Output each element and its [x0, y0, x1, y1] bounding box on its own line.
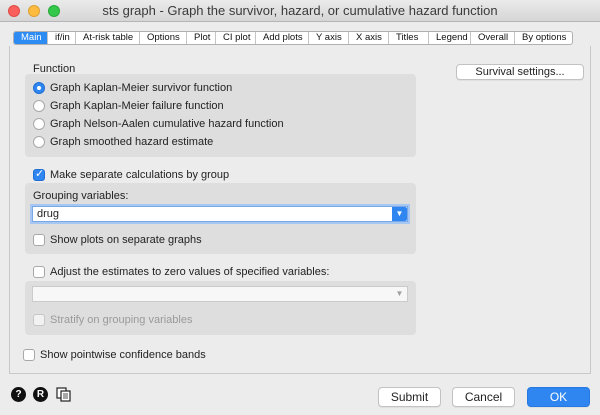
tab-bar: Main if/in At-risk table Options Plot CI… — [13, 31, 573, 45]
separate-graphs-label: Show plots on separate graphs — [50, 234, 202, 246]
tab-if-in[interactable]: if/in — [48, 32, 76, 44]
grouping-variables-combo[interactable]: drug ▼ — [32, 206, 408, 222]
copy-icon[interactable] — [56, 387, 71, 402]
tab-y-axis[interactable]: Y axis — [309, 32, 349, 44]
tab-legend[interactable]: Legend — [429, 32, 471, 44]
tab-at-risk-table[interactable]: At-risk table — [76, 32, 140, 44]
grouping-variables-value: drug — [37, 208, 60, 220]
adjust-estimates-label: Adjust the estimates to zero values of s… — [50, 266, 330, 278]
cancel-button[interactable]: Cancel — [452, 387, 515, 407]
ok-button[interactable]: OK — [527, 387, 590, 407]
tab-plot[interactable]: Plot — [187, 32, 216, 44]
tab-by-options[interactable]: By options — [515, 32, 572, 44]
chevron-down-icon: ▼ — [395, 289, 404, 298]
tab-titles[interactable]: Titles — [389, 32, 429, 44]
stratify-label: Stratify on grouping variables — [50, 314, 193, 326]
adjust-estimates-checkbox[interactable] — [33, 266, 45, 278]
radio-smoothed-hazard[interactable]: Graph smoothed hazard estimate — [33, 136, 213, 148]
stratify-checkbox — [33, 314, 45, 326]
radio-button-selected[interactable] — [33, 82, 45, 94]
chevron-down-icon[interactable]: ▼ — [392, 207, 407, 221]
tab-add-plots[interactable]: Add plots — [256, 32, 309, 44]
radio-label: Graph Nelson-Aalen cumulative hazard fun… — [50, 118, 284, 130]
title-bar: sts graph - Graph the survivor, hazard, … — [0, 0, 600, 22]
radio-km-survivor[interactable]: Graph Kaplan-Meier survivor function — [33, 82, 232, 94]
separate-calculations-checkbox[interactable] — [33, 167, 45, 181]
adjust-estimates-option[interactable]: Adjust the estimates to zero values of s… — [33, 266, 329, 278]
confidence-bands-option[interactable]: Show pointwise confidence bands — [23, 349, 206, 361]
grouping-variables-label: Grouping variables: — [33, 190, 129, 202]
separate-calculations-label: Make separate calculations by group — [50, 169, 230, 181]
confidence-bands-checkbox[interactable] — [23, 349, 35, 361]
separate-calculations-option[interactable]: Make separate calculations by group — [33, 167, 230, 181]
radio-km-failure[interactable]: Graph Kaplan-Meier failure function — [33, 100, 224, 112]
radio-label: Graph smoothed hazard estimate — [50, 136, 214, 148]
stratify-option: Stratify on grouping variables — [33, 314, 192, 326]
tab-x-axis[interactable]: X axis — [349, 32, 389, 44]
tab-ci-plot[interactable]: CI plot — [216, 32, 256, 44]
r-icon[interactable]: R — [33, 387, 48, 402]
tab-main[interactable]: Main — [14, 32, 48, 44]
separate-graphs-option[interactable]: Show plots on separate graphs — [33, 234, 202, 246]
radio-label: Graph Kaplan-Meier survivor function — [50, 82, 233, 94]
separate-graphs-checkbox[interactable] — [33, 234, 45, 246]
radio-nelson-aalen[interactable]: Graph Nelson-Aalen cumulative hazard fun… — [33, 118, 284, 130]
dialog-window: sts graph - Graph the survivor, hazard, … — [0, 0, 600, 415]
radio-button[interactable] — [33, 136, 45, 148]
tab-overall[interactable]: Overall — [471, 32, 515, 44]
radio-button[interactable] — [33, 100, 45, 112]
submit-button[interactable]: Submit — [378, 387, 441, 407]
radio-label: Graph Kaplan-Meier failure function — [50, 100, 224, 112]
survival-settings-button[interactable]: Survival settings... — [456, 64, 584, 80]
adjust-variables-combo: ▼ — [32, 286, 408, 302]
confidence-bands-label: Show pointwise confidence bands — [40, 349, 206, 361]
window-title: sts graph - Graph the survivor, hazard, … — [102, 3, 498, 18]
tab-options[interactable]: Options — [140, 32, 187, 44]
help-icon[interactable]: ? — [11, 387, 26, 402]
radio-button[interactable] — [33, 118, 45, 130]
